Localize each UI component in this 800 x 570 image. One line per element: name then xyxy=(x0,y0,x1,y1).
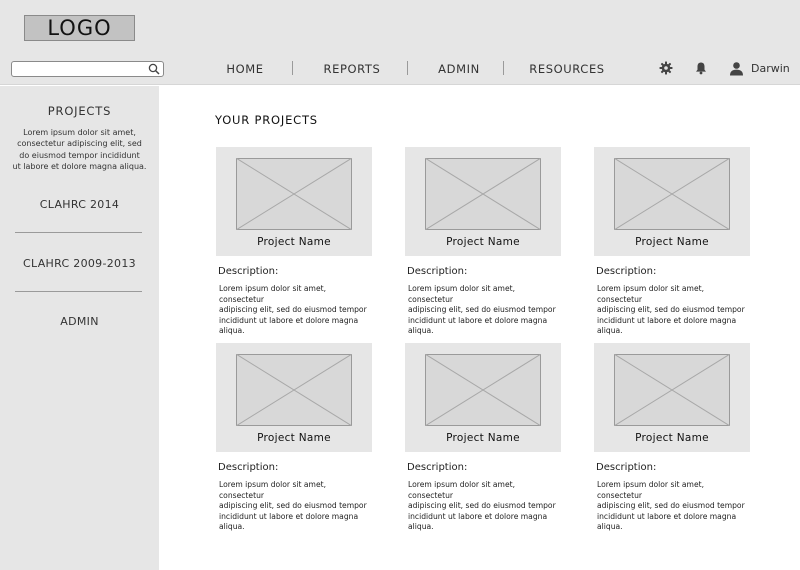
description-line: aliqua. xyxy=(219,522,245,531)
project-card-thumbnail[interactable]: Project Name xyxy=(405,147,561,256)
nav-resources[interactable]: RESOURCES xyxy=(526,58,608,80)
description-line: adipiscing elit, sed do eiusmod tempor xyxy=(597,501,745,510)
project-name[interactable]: Project Name xyxy=(405,432,561,444)
description-line: aliqua. xyxy=(408,522,434,531)
description-text: Lorem ipsum dolor sit amet, consectetur … xyxy=(597,284,749,337)
nav-divider xyxy=(292,61,293,75)
page-title: YOUR PROJECTS xyxy=(215,113,318,127)
description-text: Lorem ipsum dolor sit amet, consectetur … xyxy=(219,284,371,337)
description-text: Lorem ipsum dolor sit amet, consectetur … xyxy=(408,480,560,533)
description-line: adipiscing elit, sed do eiusmod tempor xyxy=(219,305,367,314)
image-placeholder-icon xyxy=(425,158,541,230)
description-line: Lorem ipsum dolor sit amet, consectetur xyxy=(597,284,705,304)
description-label: Description: xyxy=(407,462,468,473)
sidebar: PROJECTS Lorem ipsum dolor sit amet, con… xyxy=(0,86,159,570)
sidebar-title: PROJECTS xyxy=(47,104,112,118)
description-line: adipiscing elit, sed do eiusmod tempor xyxy=(597,305,745,314)
description-line: adipiscing elit, sed do eiusmod tempor xyxy=(408,501,556,510)
nav-admin[interactable]: ADMIN xyxy=(430,58,488,80)
user-name[interactable]: Darwin xyxy=(751,60,790,78)
sidebar-item-clahrc-2009-2013[interactable]: CLAHRC 2009-2013 xyxy=(0,257,159,270)
description-line: aliqua. xyxy=(597,522,623,531)
description-line: incididunt ut labore et dolore magna xyxy=(219,511,359,521)
sidebar-divider xyxy=(15,291,142,292)
nav-home[interactable]: HOME xyxy=(215,58,275,80)
sidebar-item-admin[interactable]: ADMIN xyxy=(0,315,159,328)
sidebar-desc-line: Lorem ipsum dolor sit amet, xyxy=(23,128,136,137)
sidebar-desc-line: consectetur adipiscing elit, sed xyxy=(17,139,142,149)
description-line: adipiscing elit, sed do eiusmod tempor xyxy=(219,501,367,510)
description-line: aliqua. xyxy=(408,326,434,335)
project-card-thumbnail[interactable]: Project Name xyxy=(594,147,750,256)
project-card-thumbnail[interactable]: Project Name xyxy=(216,147,372,256)
description-line: adipiscing elit, sed do eiusmod tempor xyxy=(408,305,556,314)
sidebar-desc-line: ut labore et dolore magna aliqua. xyxy=(12,161,147,171)
description-label: Description: xyxy=(596,266,657,277)
description-line: incididunt ut labore et dolore magna xyxy=(597,511,737,521)
description-line: incididunt ut labore et dolore magna xyxy=(408,511,548,521)
description-line: Lorem ipsum dolor sit amet, consectetur xyxy=(597,480,705,500)
description-label: Description: xyxy=(407,266,468,277)
description-line: incididunt ut labore et dolore magna xyxy=(408,315,548,325)
sidebar-desc-line: do eiusmod tempor incididunt xyxy=(19,150,140,160)
top-header: LOGO HOME REPORTS ADMIN RESOURCES Darwin xyxy=(0,0,800,85)
description-text: Lorem ipsum dolor sit amet, consectetur … xyxy=(219,480,371,533)
project-name[interactable]: Project Name xyxy=(594,432,750,444)
description-line: incididunt ut labore et dolore magna xyxy=(219,315,359,325)
description-line: Lorem ipsum dolor sit amet, consectetur xyxy=(408,480,516,500)
project-card-thumbnail[interactable]: Project Name xyxy=(405,343,561,452)
nav-reports[interactable]: REPORTS xyxy=(318,58,386,80)
description-line: aliqua. xyxy=(219,326,245,335)
description-line: Lorem ipsum dolor sit amet, consectetur xyxy=(408,284,516,304)
bell-icon[interactable] xyxy=(694,61,708,75)
description-line: Lorem ipsum dolor sit amet, consectetur xyxy=(219,284,327,304)
image-placeholder-icon xyxy=(236,354,352,426)
project-name[interactable]: Project Name xyxy=(594,236,750,248)
sidebar-item-clahrc-2014[interactable]: CLAHRC 2014 xyxy=(0,198,159,211)
image-placeholder-icon xyxy=(236,158,352,230)
description-line: Lorem ipsum dolor sit amet, consectetur xyxy=(219,480,327,500)
project-card-thumbnail[interactable]: Project Name xyxy=(594,343,750,452)
description-text: Lorem ipsum dolor sit amet, consectetur … xyxy=(408,284,560,337)
image-placeholder-icon xyxy=(614,354,730,426)
nav-divider xyxy=(407,61,408,75)
project-name[interactable]: Project Name xyxy=(405,236,561,248)
project-name[interactable]: Project Name xyxy=(216,236,372,248)
sidebar-description: Lorem ipsum dolor sit amet, consectetur … xyxy=(12,127,147,172)
description-label: Description: xyxy=(218,462,279,473)
image-placeholder-icon xyxy=(425,354,541,426)
description-label: Description: xyxy=(596,462,657,473)
sidebar-divider xyxy=(15,232,142,233)
description-label: Description: xyxy=(218,266,279,277)
gear-icon[interactable] xyxy=(659,61,673,75)
image-placeholder-icon xyxy=(614,158,730,230)
description-line: incididunt ut labore et dolore magna xyxy=(597,315,737,325)
project-name[interactable]: Project Name xyxy=(216,432,372,444)
main-nav: HOME REPORTS ADMIN RESOURCES xyxy=(0,58,800,80)
nav-divider xyxy=(503,61,504,75)
description-text: Lorem ipsum dolor sit amet, consectetur … xyxy=(597,480,749,533)
user-icon[interactable] xyxy=(729,61,744,76)
description-line: aliqua. xyxy=(597,326,623,335)
logo[interactable]: LOGO xyxy=(24,15,135,41)
project-card-thumbnail[interactable]: Project Name xyxy=(216,343,372,452)
